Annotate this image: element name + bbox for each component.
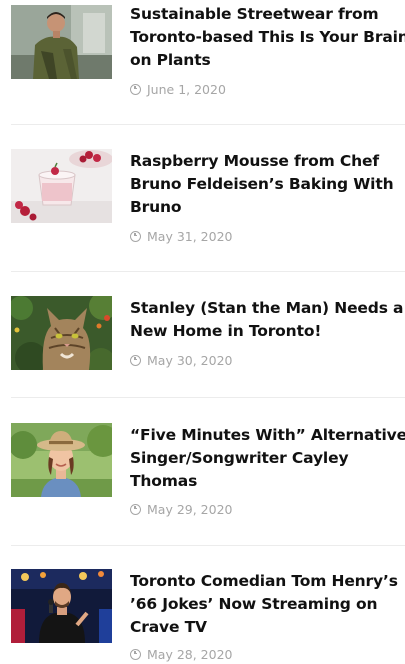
divider (11, 271, 405, 272)
woman-in-hat-photo-icon (11, 423, 112, 497)
clock-icon (130, 354, 141, 366)
clock-icon (130, 230, 141, 242)
clock-icon (130, 503, 141, 515)
article-thumbnail[interactable] (11, 149, 112, 223)
article-thumbnail[interactable] (11, 296, 112, 370)
article-meta: May 30, 2020 (130, 351, 232, 369)
divider (11, 124, 405, 125)
article-date: May 29, 2020 (147, 501, 233, 517)
article-meta: May 29, 2020 (130, 500, 232, 518)
article-thumbnail[interactable] (11, 569, 112, 643)
article-meta: May 28, 2020 (130, 645, 232, 663)
article-thumbnail[interactable] (11, 423, 112, 497)
raspberry-dessert-photo-icon (11, 149, 112, 223)
article-thumbnail[interactable] (11, 5, 112, 79)
divider (11, 397, 405, 398)
article-title[interactable]: Raspberry Mousse from Chef Bruno Feldeis… (130, 150, 405, 219)
article-meta: June 1, 2020 (130, 80, 226, 98)
tabby-cat-photo-icon (11, 296, 112, 370)
article-date: May 28, 2020 (147, 646, 233, 662)
article-meta: May 31, 2020 (130, 227, 232, 245)
article-title[interactable]: Sustainable Streetwear from Toronto-base… (130, 3, 405, 72)
clock-icon (130, 648, 141, 660)
article-date: May 31, 2020 (147, 228, 233, 244)
article-title[interactable]: “Five Minutes With” Alternative Singer/S… (130, 424, 405, 493)
comedian-on-stage-photo-icon (11, 569, 112, 643)
article-list: Sustainable Streetwear from Toronto-base… (0, 0, 405, 664)
man-outdoors-photo-icon (11, 5, 112, 79)
clock-icon (130, 83, 141, 95)
divider (11, 545, 405, 546)
article-title[interactable]: Stanley (Stan the Man) Needs a New Home … (130, 297, 405, 343)
article-title[interactable]: Toronto Comedian Tom Henry’s ’66 Jokes’ … (130, 570, 405, 639)
article-date: May 30, 2020 (147, 352, 233, 368)
article-date: June 1, 2020 (147, 81, 226, 97)
